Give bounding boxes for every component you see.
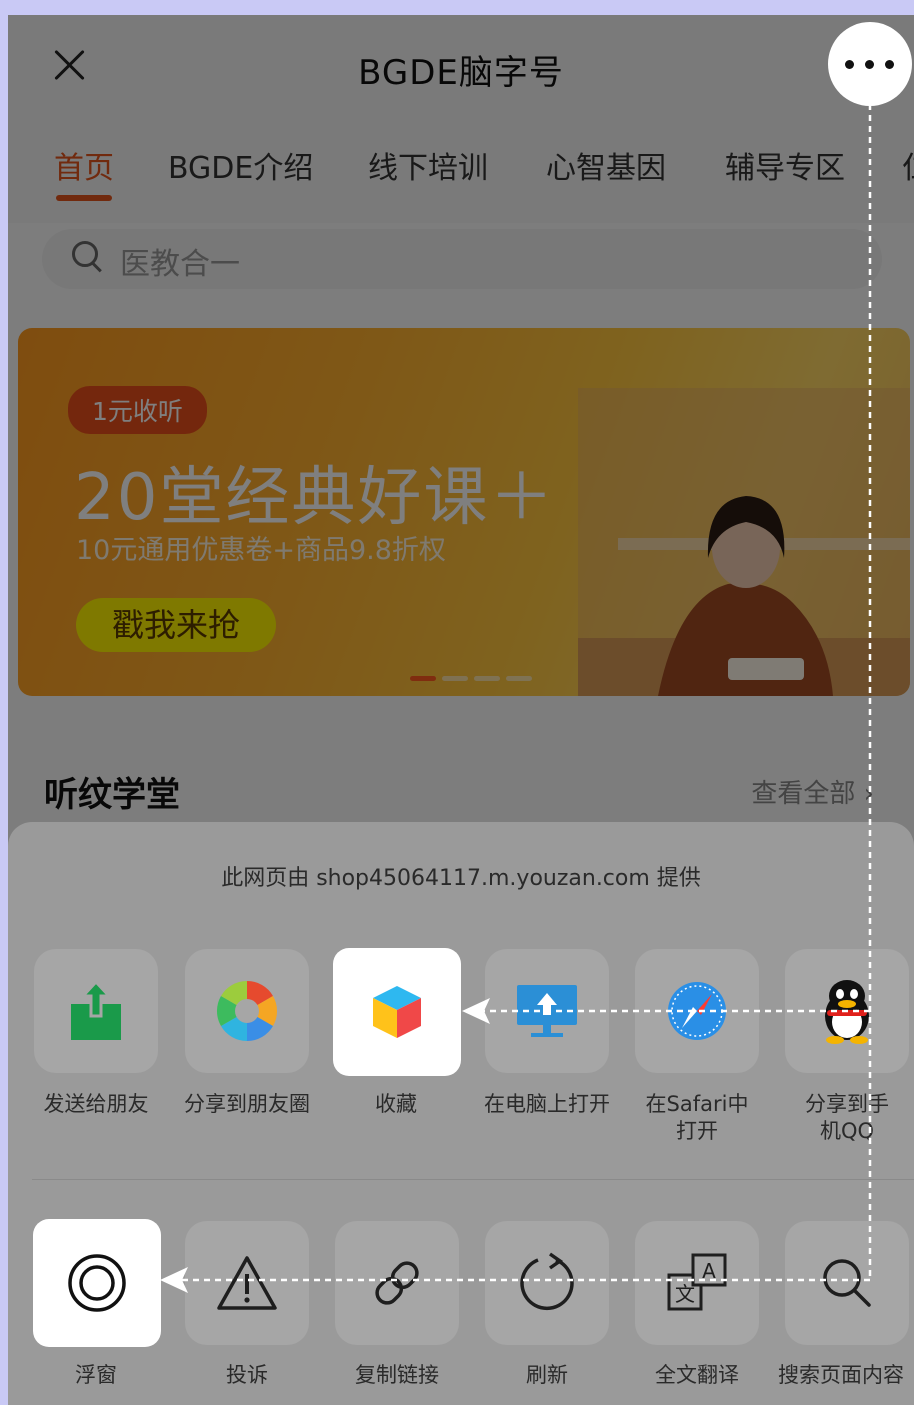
share-qq-button[interactable] bbox=[785, 949, 909, 1073]
refresh-label: 刷新 bbox=[526, 1363, 568, 1387]
open-on-computer-icon bbox=[517, 985, 577, 1037]
warning-icon bbox=[217, 1256, 277, 1310]
send-to-friend-icon bbox=[71, 980, 121, 1040]
share-moments-label: 分享到朋友圈 bbox=[184, 1092, 310, 1116]
translate-label: 全文翻译 bbox=[655, 1363, 739, 1387]
complain-label: 投诉 bbox=[226, 1363, 268, 1387]
open-in-safari-button[interactable] bbox=[635, 949, 759, 1073]
send-to-friend-button[interactable] bbox=[34, 949, 158, 1073]
share-action-sheet: 此网页由 shop45064117.m.youzan.com 提供 发送给朋友 … bbox=[8, 822, 914, 1405]
share-qq-label: 分享到手机QQ bbox=[772, 1091, 914, 1145]
open-on-computer-button[interactable] bbox=[485, 949, 609, 1073]
open-on-computer-label: 在电脑上打开 bbox=[484, 1092, 610, 1116]
translate-icon: A 文 bbox=[667, 1253, 727, 1311]
search-page-icon bbox=[823, 1259, 871, 1307]
open-in-safari-label: 在Safari中打开 bbox=[622, 1091, 772, 1145]
share-moments-button[interactable] bbox=[185, 949, 309, 1073]
complain-button[interactable] bbox=[185, 1221, 309, 1345]
share-qq-label-text: 分享到手机QQ bbox=[805, 1092, 889, 1143]
floating-window-label: 浮窗 bbox=[75, 1363, 117, 1387]
floating-window-icon bbox=[68, 1254, 126, 1312]
refresh-icon bbox=[520, 1252, 574, 1311]
safari-icon bbox=[668, 982, 726, 1040]
qq-icon bbox=[825, 980, 869, 1044]
search-page-button[interactable] bbox=[785, 1221, 909, 1345]
moments-icon bbox=[216, 981, 278, 1041]
refresh-button[interactable] bbox=[485, 1221, 609, 1345]
link-icon bbox=[375, 1261, 419, 1305]
favorite-button[interactable] bbox=[333, 948, 461, 1076]
page-source-text: 此网页由 shop45064117.m.youzan.com 提供 bbox=[221, 866, 701, 891]
sheet-divider bbox=[32, 1179, 914, 1180]
open-in-safari-label-text: 在Safari中打开 bbox=[645, 1092, 749, 1143]
more-dots-icon bbox=[845, 60, 854, 69]
more-dots-icon bbox=[885, 60, 894, 69]
favorite-label: 收藏 bbox=[375, 1092, 417, 1116]
more-dots-icon bbox=[865, 60, 874, 69]
search-page-label: 搜索页面内容 bbox=[778, 1363, 904, 1387]
floating-window-button[interactable] bbox=[33, 1219, 161, 1347]
favorite-cube-icon bbox=[373, 986, 421, 1038]
copy-link-button[interactable] bbox=[335, 1221, 459, 1345]
send-to-friend-label: 发送给朋友 bbox=[43, 1092, 149, 1116]
copy-link-label: 复制链接 bbox=[355, 1363, 439, 1387]
svg-text:A: A bbox=[702, 1259, 716, 1283]
svg-text:文: 文 bbox=[675, 1282, 695, 1306]
more-options-button[interactable] bbox=[828, 22, 912, 106]
phone-screen: BGDE脑字号 首页 BGDE介绍 线下培训 心智基因 辅导专区 仁 医教合一 … bbox=[8, 15, 914, 1405]
translate-button[interactable]: A 文 bbox=[635, 1221, 759, 1345]
